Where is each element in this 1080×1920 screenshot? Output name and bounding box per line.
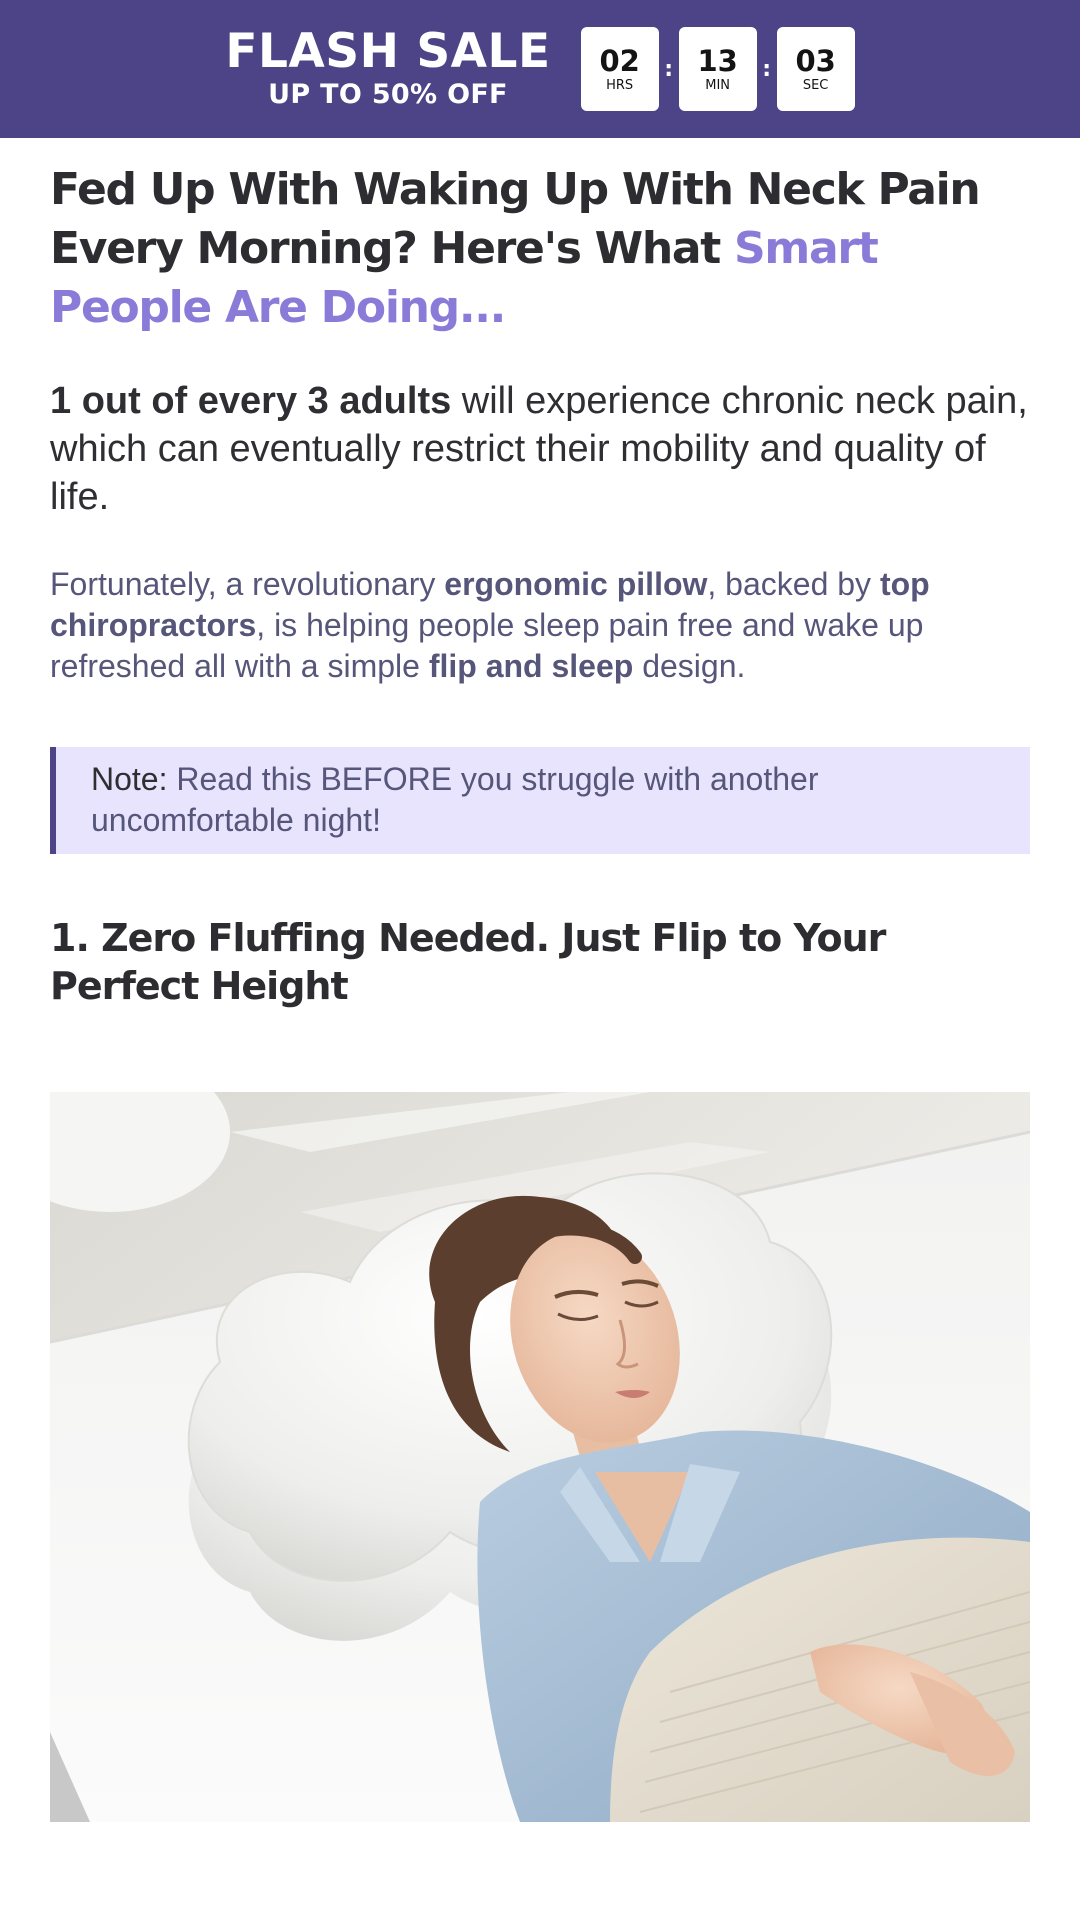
intro-text-2: , backed by bbox=[707, 566, 880, 602]
countdown-timer: 02 HRS : 13 MIN : 03 SEC bbox=[580, 27, 855, 111]
timer-hours-label: HRS bbox=[606, 77, 634, 93]
timer-minutes: 13 MIN bbox=[678, 27, 757, 111]
intro-bold-flip-and-sleep: flip and sleep bbox=[428, 648, 634, 684]
intro-text-4: design. bbox=[633, 648, 746, 684]
flash-sale-title: FLASH SALE bbox=[225, 24, 551, 79]
timer-seconds-label: SEC bbox=[802, 77, 829, 93]
timer-seconds: 03 SEC bbox=[776, 27, 855, 111]
timer-separator: : bbox=[664, 56, 674, 82]
note-label: Note: bbox=[91, 761, 168, 797]
timer-hours: 02 HRS bbox=[580, 27, 659, 111]
intro-bold-ergonomic-pillow: ergonomic pillow bbox=[444, 566, 708, 602]
intro-text-1: Fortunately, a revolutionary bbox=[50, 566, 445, 602]
note-text: Read this BEFORE you struggle with anoth… bbox=[91, 761, 819, 838]
flash-sale-text: FLASH SALE UP TO 50% OFF bbox=[225, 27, 550, 111]
lead-paragraph: 1 out of every 3 adults will experience … bbox=[50, 377, 1030, 521]
woman-sleeping-on-pillow-photo bbox=[50, 1092, 1030, 1822]
timer-seconds-value: 03 bbox=[795, 43, 836, 78]
timer-minutes-label: MIN bbox=[705, 77, 731, 93]
note-callout: Note: Read this BEFORE you struggle with… bbox=[50, 747, 1030, 854]
lead-statistic: 1 out of every 3 adults bbox=[50, 380, 452, 422]
flash-sale-subtitle: UP TO 50% OFF bbox=[268, 79, 508, 110]
article-content: Fed Up With Waking Up With Neck Pain Eve… bbox=[50, 138, 1030, 1010]
intro-paragraph: Fortunately, a revolutionary ergonomic p… bbox=[50, 564, 1030, 687]
timer-separator: : bbox=[762, 56, 772, 82]
timer-minutes-value: 13 bbox=[697, 43, 738, 78]
timer-hours-value: 02 bbox=[599, 43, 640, 78]
flash-sale-banner: FLASH SALE UP TO 50% OFF 02 HRS : 13 MIN… bbox=[0, 0, 1080, 138]
section-heading: 1. Zero Fluffing Needed. Just Flip to Yo… bbox=[50, 916, 886, 1008]
article-headline: Fed Up With Waking Up With Neck Pain Eve… bbox=[50, 160, 1030, 337]
